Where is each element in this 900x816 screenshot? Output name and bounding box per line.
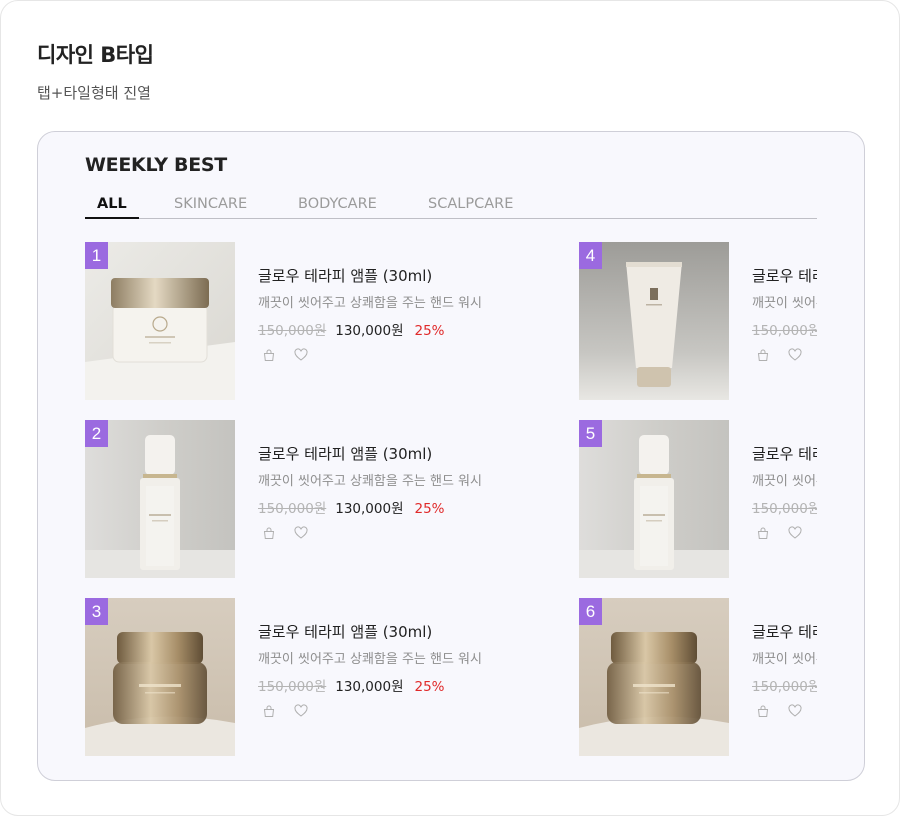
rank-badge: 4: [579, 242, 602, 269]
product-card: 5 글로우 테라피 앰플 (30ml) 깨끗이 씻어주고 상쾌함을 주는 핸드 …: [579, 420, 817, 578]
heart-icon[interactable]: [788, 704, 802, 718]
heart-icon[interactable]: [788, 348, 802, 362]
weekly-best-panel: WEEKLY BEST ALL SKINCARE BODYCARE SCALPC…: [37, 131, 865, 781]
rank-badge: 3: [85, 598, 108, 625]
heart-icon[interactable]: [788, 526, 802, 540]
product-name[interactable]: 글로우 테라피 앰플 (30ml): [258, 621, 432, 642]
product-image[interactable]: 2: [85, 420, 235, 578]
product-name[interactable]: 글로우 테라피 앰플 (30ml): [258, 443, 432, 464]
tab-all[interactable]: ALL: [85, 196, 139, 219]
product-name[interactable]: 글로우 테라피 앰플 (30ml): [752, 621, 817, 642]
original-price: 150,000원: [752, 323, 817, 339]
page-card: 디자인 B타입 탭+타일형태 진열 WEEKLY BEST ALL SKINCA…: [0, 0, 900, 816]
original-price: 150,000원: [752, 501, 817, 517]
rank-badge: 2: [85, 420, 108, 447]
shopping-bag-icon[interactable]: [262, 526, 276, 540]
shopping-bag-icon[interactable]: [756, 704, 770, 718]
shopping-bag-icon[interactable]: [756, 526, 770, 540]
page-title: 디자인 B타입: [37, 43, 154, 67]
sale-price: 130,000원: [335, 501, 404, 517]
original-price: 150,000원: [258, 323, 327, 339]
product-card: 3 글로우 테라피 앰플 (30ml) 깨끗이 씻어주고 상쾌함을 주는 핸드 …: [85, 598, 555, 756]
discount-rate: 25%: [414, 323, 445, 339]
product-image[interactable]: 1: [85, 242, 235, 400]
price-row: 150,000원130,000원25%: [752, 319, 817, 339]
product-description: 깨끗이 씻어주고 상쾌함을 주는 핸드 워시: [258, 652, 482, 667]
heart-icon[interactable]: [294, 704, 308, 718]
tab-bodycare[interactable]: BODYCARE: [298, 196, 377, 217]
product-description: 깨끗이 씻어주고 상쾌함을 주는 핸드 워시: [752, 296, 817, 311]
product-description: 깨끗이 씻어주고 상쾌함을 주는 핸드 워시: [258, 474, 482, 489]
product-image[interactable]: 4: [579, 242, 729, 400]
product-description: 깨끗이 씻어주고 상쾌함을 주는 핸드 워시: [752, 474, 817, 489]
original-price: 150,000원: [258, 679, 327, 695]
price-row: 150,000원 130,000원 25%: [258, 497, 445, 517]
page-subtitle: 탭+타일형태 진열: [37, 84, 151, 102]
product-grid: 1 글로우 테라피 앰플 (30ml) 깨끗이 씻어주고 상쾌함을 주는 핸드 …: [85, 242, 817, 762]
shopping-bag-icon[interactable]: [756, 348, 770, 362]
original-price: 150,000원: [752, 679, 817, 695]
section-title: WEEKLY BEST: [85, 154, 227, 176]
heart-icon[interactable]: [294, 526, 308, 540]
product-name[interactable]: 글로우 테라피 앰플 (30ml): [752, 443, 817, 464]
tab-skincare[interactable]: SKINCARE: [174, 196, 247, 217]
sale-price: 130,000원: [335, 679, 404, 695]
product-image[interactable]: 5: [579, 420, 729, 578]
discount-rate: 25%: [414, 501, 445, 517]
product-image[interactable]: 3: [85, 598, 235, 756]
product-description: 깨끗이 씻어주고 상쾌함을 주는 핸드 워시: [752, 652, 817, 667]
price-row: 150,000원130,000원25%: [752, 497, 817, 517]
price-row: 150,000원130,000원25%: [752, 675, 817, 695]
product-card: 1 글로우 테라피 앰플 (30ml) 깨끗이 씻어주고 상쾌함을 주는 핸드 …: [85, 242, 555, 400]
discount-rate: 25%: [414, 679, 445, 695]
product-card: 6 글로우 테라피 앰플 (30ml) 깨끗이 씻어주고 상쾌함을 주는 핸드 …: [579, 598, 817, 756]
product-description: 깨끗이 씻어주고 상쾌함을 주는 핸드 워시: [258, 296, 482, 311]
product-card: 4 글로우 테라피 앰플 (30ml) 깨끗이 씻어주고 상쾌함을 주는 핸드 …: [579, 242, 817, 400]
product-card: 2 글로우 테라피 앰플 (30ml) 깨끗이 씻어주고 상쾌함을 주는 핸드 …: [85, 420, 555, 578]
rank-badge: 1: [85, 242, 108, 269]
heart-icon[interactable]: [294, 348, 308, 362]
category-tabs: ALL SKINCARE BODYCARE SCALPCARE: [85, 196, 817, 219]
shopping-bag-icon[interactable]: [262, 704, 276, 718]
rank-badge: 6: [579, 598, 602, 625]
product-image[interactable]: 6: [579, 598, 729, 756]
shopping-bag-icon[interactable]: [262, 348, 276, 362]
tab-scalpcare[interactable]: SCALPCARE: [428, 196, 513, 217]
product-name[interactable]: 글로우 테라피 앰플 (30ml): [752, 265, 817, 286]
product-name[interactable]: 글로우 테라피 앰플 (30ml): [258, 265, 432, 286]
price-row: 150,000원 130,000원 25%: [258, 319, 445, 339]
sale-price: 130,000원: [335, 323, 404, 339]
rank-badge: 5: [579, 420, 602, 447]
price-row: 150,000원 130,000원 25%: [258, 675, 445, 695]
original-price: 150,000원: [258, 501, 327, 517]
